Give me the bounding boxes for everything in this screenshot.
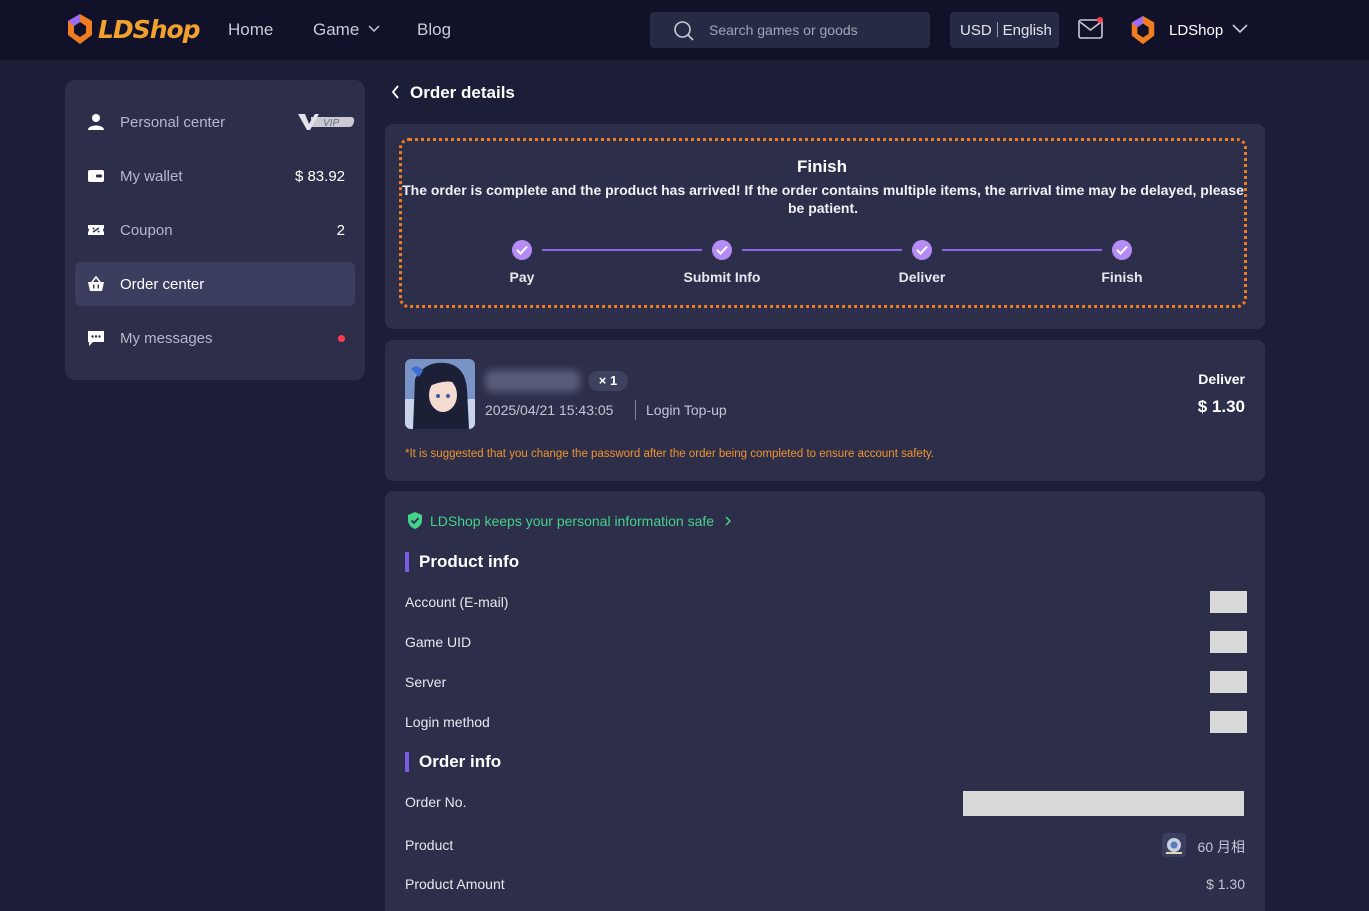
row-label-order-no: Order No. bbox=[405, 794, 467, 810]
check-circle-icon bbox=[912, 240, 932, 260]
sidebar-item-personal-center[interactable]: Personal center VIP bbox=[75, 100, 355, 144]
currency-label: USD bbox=[960, 22, 992, 39]
vip-badge-icon: VIP bbox=[298, 114, 355, 130]
password-warning: *It is suggested that you change the pas… bbox=[405, 448, 935, 460]
privacy-link[interactable]: LDShop keeps your personal information s… bbox=[407, 512, 732, 529]
redacted-value bbox=[1210, 631, 1247, 653]
ldshop-logo-icon bbox=[68, 14, 92, 44]
row-label-game-uid: Game UID bbox=[405, 634, 472, 650]
redacted-value bbox=[1210, 711, 1247, 733]
order-status: Deliver bbox=[1198, 371, 1245, 387]
row-label-product-amount: Product Amount bbox=[405, 876, 505, 892]
language-label: English bbox=[1002, 22, 1052, 39]
sidebar-item-coupon[interactable]: Coupon 2 bbox=[75, 208, 355, 252]
notification-dot bbox=[1097, 17, 1103, 23]
shield-check-icon bbox=[408, 512, 422, 529]
sidebar-item-my-wallet[interactable]: My wallet $ 83.92 bbox=[75, 154, 355, 198]
top-bar: LDShop Home Game Blog Search games or go… bbox=[0, 0, 1369, 60]
step-label-finish: Finish bbox=[1101, 269, 1143, 285]
basket-icon bbox=[88, 275, 104, 291]
search-icon bbox=[674, 21, 694, 41]
wallet-icon bbox=[88, 170, 104, 182]
nav-game-label: Game bbox=[313, 20, 360, 39]
avatar[interactable] bbox=[1129, 15, 1157, 45]
order-price: $ 1.30 bbox=[1197, 397, 1245, 416]
privacy-text: LDShop keeps your personal information s… bbox=[430, 512, 715, 529]
product-thumbnail bbox=[405, 359, 475, 429]
nav-game[interactable]: Game bbox=[313, 20, 380, 40]
sidebar-item-label: My messages bbox=[120, 330, 213, 347]
coupon-count: 2 bbox=[336, 222, 345, 239]
unread-dot bbox=[338, 335, 345, 342]
sidebar-item-label: Personal center bbox=[120, 114, 226, 131]
vip-badge-text: VIP bbox=[323, 118, 339, 129]
row-label-product: Product bbox=[405, 837, 454, 853]
check-circle-icon bbox=[512, 240, 532, 260]
page-title: Order details bbox=[410, 83, 515, 102]
divider bbox=[635, 400, 636, 420]
redacted-value bbox=[1210, 671, 1247, 693]
divider bbox=[996, 22, 998, 37]
order-item-card: × 1 2025/04/21 15:43:05 Login Top-up Del… bbox=[385, 340, 1265, 481]
step-label-submit-info: Submit Info bbox=[683, 269, 761, 285]
sidebar-item-label: Coupon bbox=[120, 222, 173, 239]
nav-blog[interactable]: Blog bbox=[417, 20, 451, 40]
check-circle-icon bbox=[712, 240, 732, 260]
check-circle-icon bbox=[1112, 240, 1132, 260]
search-box[interactable]: Search games or goods bbox=[650, 12, 930, 48]
row-label-login-method: Login method bbox=[405, 714, 490, 730]
order-type: Login Top-up bbox=[646, 402, 727, 418]
chevron-down-icon[interactable] bbox=[1232, 24, 1248, 34]
sidebar-item-my-messages[interactable]: My messages bbox=[75, 316, 355, 360]
sidebar: Personal center VIP My wallet $ 83.92 Co… bbox=[65, 80, 365, 380]
message-icon bbox=[88, 331, 104, 346]
progress-line bbox=[942, 249, 1102, 251]
logo-text: LDShop bbox=[98, 14, 201, 44]
back-icon[interactable] bbox=[390, 84, 400, 100]
search-input[interactable]: Search games or goods bbox=[709, 22, 858, 38]
status-title: Finish bbox=[796, 157, 848, 176]
chevron-down-icon bbox=[368, 25, 380, 33]
quantity-badge: × 1 bbox=[588, 371, 628, 391]
status-description: The order is complete and the product ha… bbox=[402, 182, 1244, 216]
logo[interactable]: LDShop bbox=[66, 13, 201, 45]
user-icon bbox=[88, 114, 104, 130]
row-label-account: Account (E-mail) bbox=[405, 594, 509, 610]
product-name-redacted bbox=[485, 370, 580, 392]
sidebar-item-label: Order center bbox=[120, 276, 205, 293]
section-title-order-info: Order info bbox=[405, 752, 501, 772]
product-icon bbox=[1162, 833, 1186, 857]
redacted-order-number bbox=[963, 791, 1244, 816]
order-status-card: Finish The order is complete and the pro… bbox=[385, 124, 1265, 329]
progress-line bbox=[742, 249, 902, 251]
step-label-pay: Pay bbox=[509, 269, 535, 285]
row-label-server: Server bbox=[405, 674, 447, 690]
currency-language-selector[interactable]: USD English bbox=[950, 12, 1059, 48]
coupon-icon bbox=[88, 225, 104, 235]
sidebar-item-order-center[interactable]: Order center bbox=[75, 262, 355, 306]
wallet-balance: $ 83.92 bbox=[294, 168, 345, 185]
order-date: 2025/04/21 15:43:05 bbox=[485, 402, 614, 418]
step-label-deliver: Deliver bbox=[898, 269, 946, 285]
product-value: 60 月相 bbox=[1197, 839, 1245, 855]
sidebar-item-label: My wallet bbox=[120, 168, 183, 185]
section-title-product-info: Product info bbox=[405, 552, 519, 572]
chevron-right-icon bbox=[725, 515, 732, 526]
user-name[interactable]: LDShop bbox=[1169, 22, 1223, 39]
product-amount-value: $ 1.30 bbox=[1206, 876, 1245, 892]
order-details-card: LDShop keeps your personal information s… bbox=[385, 491, 1265, 911]
redacted-value bbox=[1210, 591, 1247, 613]
progress-line bbox=[542, 249, 702, 251]
nav-home[interactable]: Home bbox=[228, 20, 273, 40]
